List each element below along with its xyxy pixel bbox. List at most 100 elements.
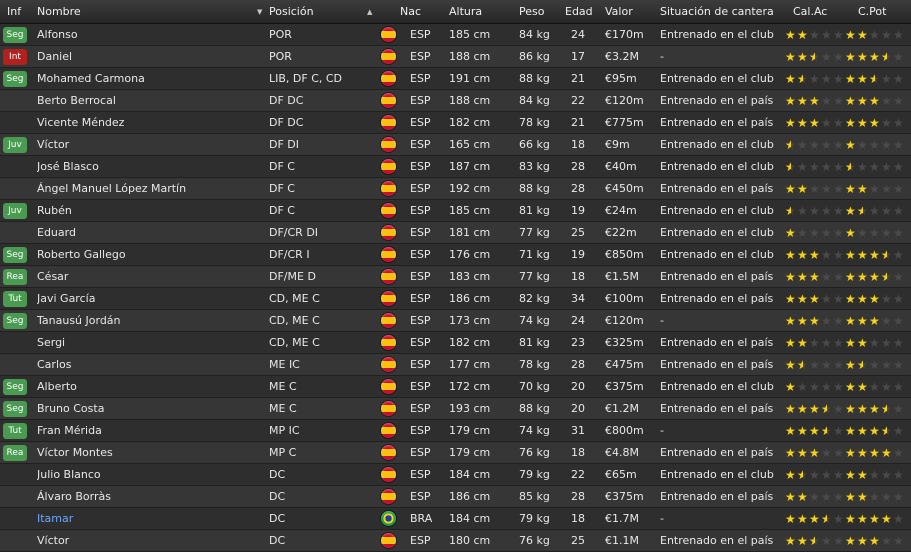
- table-row[interactable]: Ángel Manuel López Martín DF C ESP 192 cm 88…: [0, 178, 911, 200]
- player-name[interactable]: Alfonso: [37, 24, 262, 46]
- table-row[interactable]: Tut Fran Mérida MP IC ESP 179 cm 74 kg 31 €800m…: [0, 420, 911, 442]
- player-name[interactable]: Víctor: [37, 530, 262, 552]
- player-name[interactable]: Eduard: [37, 222, 262, 244]
- status-badge[interactable]: Tut: [3, 291, 27, 307]
- table-row[interactable]: Julio Blanco DC ESP 184 cm 79 kg 22 €65m Entren…: [0, 464, 911, 486]
- star-icon: ★: [857, 226, 868, 240]
- flag-spain-icon: [381, 313, 396, 328]
- status-badge[interactable]: Rea: [3, 445, 27, 461]
- table-row[interactable]: Carlos ME IC ESP 177 cm 78 kg 28 €475m Entrenad…: [0, 354, 911, 376]
- player-nationality: BRA: [410, 512, 433, 525]
- player-height: 182 cm: [449, 116, 491, 129]
- table-row[interactable]: Sergi CD, ME C ESP 182 cm 81 kg 23 €325m Entren…: [0, 332, 911, 354]
- table-row[interactable]: Juv Víctor DF DI ESP 165 cm 66 kg 18 €9m Entrena…: [0, 134, 911, 156]
- col-header-calac[interactable]: Cal.Ac: [793, 0, 827, 24]
- table-row[interactable]: Víctor DC ESP 180 cm 76 kg 25 €1.1M Entrenado e…: [0, 530, 911, 552]
- table-row[interactable]: José Blasco DF C ESP 187 cm 83 kg 28 €40m Entre…: [0, 156, 911, 178]
- status-badge[interactable]: Seg: [3, 401, 27, 417]
- player-name[interactable]: Víctor: [37, 134, 262, 156]
- flag-spain-icon: [381, 247, 396, 262]
- player-name[interactable]: Bruno Costa: [37, 398, 262, 420]
- player-name[interactable]: Alberto: [37, 376, 262, 398]
- status-badge[interactable]: Seg: [3, 313, 27, 329]
- player-age: 17: [571, 50, 585, 63]
- status-badge[interactable]: Juv: [3, 203, 27, 219]
- star-icon: ★: [893, 116, 904, 130]
- player-name[interactable]: Javi García: [37, 288, 262, 310]
- status-badge[interactable]: Int: [3, 49, 27, 65]
- star-icon: ★: [845, 292, 856, 306]
- col-header-cpot[interactable]: C.Pot: [858, 0, 886, 24]
- player-name[interactable]: Carlos: [37, 354, 262, 376]
- table-row[interactable]: Berto Berrocal DF DC ESP 188 cm 84 kg 22 €120m…: [0, 90, 911, 112]
- star-icon: ★: [785, 358, 796, 372]
- player-name[interactable]: Álvaro Borràs: [37, 486, 262, 508]
- player-name[interactable]: Julio Blanco: [37, 464, 262, 486]
- player-name[interactable]: Mohamed Carmona: [37, 68, 262, 90]
- player-position: MP IC: [269, 424, 300, 437]
- star-icon: ★: [845, 424, 856, 438]
- player-name[interactable]: José Blasco: [37, 156, 262, 178]
- current-ability-stars: ★★★★★: [785, 376, 845, 398]
- table-row[interactable]: Rea Víctor Montes MP C ESP 179 cm 76 kg 18 €4.8…: [0, 442, 911, 464]
- table-row[interactable]: Seg Alberto ME C ESP 172 cm 70 kg 20 €375m Entre…: [0, 376, 911, 398]
- star-icon: ★: [821, 420, 833, 442]
- star-icon: ★: [809, 204, 820, 218]
- table-row[interactable]: Álvaro Borràs DC ESP 186 cm 85 kg 28 €375m Entr…: [0, 486, 911, 508]
- table-row[interactable]: Rea César DF/ME D ESP 183 cm 77 kg 18 €1.5M Entr…: [0, 266, 911, 288]
- status-badge[interactable]: Seg: [3, 27, 27, 43]
- status-badge[interactable]: Juv: [3, 137, 27, 153]
- star-icon: ★: [869, 160, 880, 174]
- table-row[interactable]: Seg Roberto Gallego DF/CR I ESP 176 cm 71 kg 1…: [0, 244, 911, 266]
- col-header-nombre[interactable]: Nombre: [37, 0, 81, 24]
- star-icon: ★: [845, 446, 856, 460]
- col-header-inf[interactable]: Inf: [7, 0, 21, 24]
- status-badge[interactable]: Seg: [3, 379, 27, 395]
- col-header-nac[interactable]: Nac: [400, 0, 421, 24]
- player-name[interactable]: Ángel Manuel López Martín: [37, 178, 262, 200]
- current-ability-stars: ★★★★★: [785, 486, 845, 508]
- status-badge[interactable]: Seg: [3, 71, 27, 87]
- table-row[interactable]: Seg Alfonso POR ESP 185 cm 84 kg 24 €170m Entren…: [0, 24, 911, 46]
- status-badge[interactable]: Tut: [3, 423, 27, 439]
- table-row[interactable]: Seg Tanausú Jordán CD, ME C ESP 173 cm 74 kg 2…: [0, 310, 911, 332]
- player-age: 34: [571, 292, 585, 305]
- player-weight: 77 kg: [519, 226, 550, 239]
- table-row[interactable]: Int Daniel POR ESP 188 cm 86 kg 17 €3.2M - ★★★ ★★★…: [0, 46, 911, 68]
- table-row[interactable]: Tut Javi García CD, ME C ESP 186 cm 82 kg 34 €1…: [0, 288, 911, 310]
- player-name[interactable]: Itamar: [37, 508, 262, 530]
- col-header-posicion[interactable]: Posición: [269, 0, 314, 24]
- col-header-situacion[interactable]: Situación de cantera: [660, 0, 774, 24]
- star-icon: ★: [797, 314, 808, 328]
- table-row[interactable]: Seg Mohamed Carmona LIB, DF C, CD ESP 191 cm…: [0, 68, 911, 90]
- sort-ascending-icon[interactable]: ▲: [367, 0, 372, 24]
- player-name[interactable]: Daniel: [37, 46, 262, 68]
- player-name[interactable]: César: [37, 266, 262, 288]
- table-row[interactable]: Itamar DC BRA 184 cm 79 kg 18 €1.7M - ★★★★ ★★ ★★★★: [0, 508, 911, 530]
- player-name[interactable]: Fran Mérida: [37, 420, 262, 442]
- player-name[interactable]: Sergi: [37, 332, 262, 354]
- star-icon: ★: [821, 94, 832, 108]
- player-name[interactable]: Víctor Montes: [37, 442, 262, 464]
- col-header-altura[interactable]: Altura: [449, 0, 482, 24]
- col-header-peso[interactable]: Peso: [519, 0, 544, 24]
- star-icon: ★: [893, 534, 904, 548]
- table-row[interactable]: Vicente Méndez DF DC ESP 182 cm 78 kg 21 €775m…: [0, 112, 911, 134]
- sort-descending-icon[interactable]: ▼: [257, 0, 262, 24]
- player-name[interactable]: Berto Berrocal: [37, 90, 262, 112]
- star-icon: ★: [845, 138, 856, 152]
- player-name[interactable]: Rubén: [37, 200, 262, 222]
- status-badge[interactable]: Rea: [3, 269, 27, 285]
- player-name[interactable]: Roberto Gallego: [37, 244, 262, 266]
- col-header-edad[interactable]: Edad: [565, 0, 593, 24]
- table-row[interactable]: Eduard DF/CR DI ESP 181 cm 77 kg 25 €22m Entren…: [0, 222, 911, 244]
- col-header-valor[interactable]: Valor: [605, 0, 633, 24]
- table-row[interactable]: Juv Rubén DF C ESP 185 cm 81 kg 19 €24m Entrenad…: [0, 200, 911, 222]
- star-icon: ★: [797, 534, 808, 548]
- player-name[interactable]: Vicente Méndez: [37, 112, 262, 134]
- status-badge[interactable]: Seg: [3, 247, 27, 263]
- player-name[interactable]: Tanausú Jordán: [37, 310, 262, 332]
- player-height: 165 cm: [449, 138, 491, 151]
- table-row[interactable]: Seg Bruno Costa ME C ESP 193 cm 88 kg 20 €1.2M E…: [0, 398, 911, 420]
- flag-spain-icon: [381, 115, 396, 130]
